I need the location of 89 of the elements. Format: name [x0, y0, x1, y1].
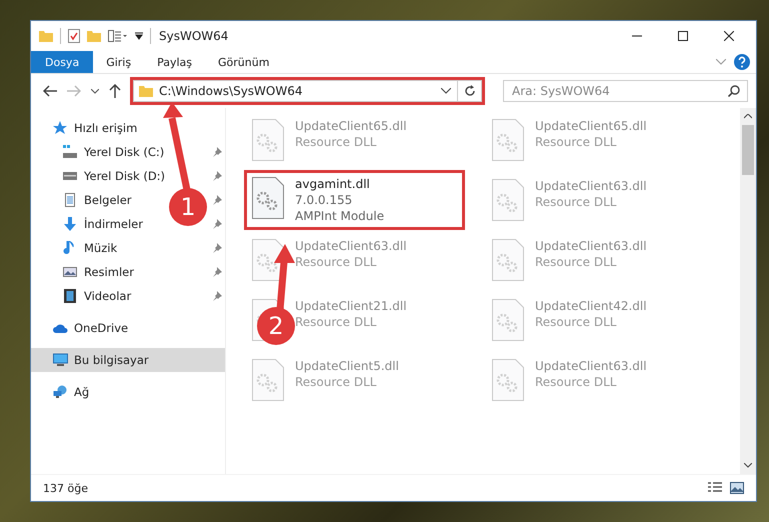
file-detail: Resource DLL [295, 254, 378, 270]
nav-item[interactable]: Resimler [63, 265, 134, 279]
nav-label: Müzik [84, 241, 118, 255]
file-name[interactable]: avgamint.dll [295, 176, 384, 192]
nav-label: Videolar [84, 289, 132, 303]
file-detail: 7.0.0.155 [295, 192, 354, 208]
nav-item[interactable]: Hızlı erişim [53, 121, 138, 135]
picture-icon [63, 265, 78, 279]
item-count: 137 öğe [43, 482, 89, 494]
file-detail: Resource DLL [535, 314, 618, 330]
drive-icon [63, 145, 78, 159]
gear-file-icon [251, 118, 285, 162]
gear-file-icon [491, 358, 525, 402]
nav-label: Belgeler [84, 193, 132, 207]
scrollbar-thumb[interactable] [742, 125, 754, 175]
nav-item[interactable]: Ağ [53, 385, 90, 399]
file-detail: Resource DLL [295, 374, 378, 390]
pin-icon[interactable] [212, 147, 222, 157]
file-detail: Resource DLL [535, 254, 618, 270]
nav-item[interactable]: Videolar [63, 289, 132, 303]
pin-icon[interactable] [212, 219, 222, 229]
recent-caret-icon[interactable] [91, 88, 99, 94]
expand-ribbon-icon[interactable] [716, 59, 726, 65]
nav-label: OneDrive [74, 321, 128, 335]
nav-item[interactable]: Bu bilgisayar [53, 353, 149, 367]
file-detail: Resource DLL [535, 374, 618, 390]
address-path: C:\Windows\SysWOW64 [159, 84, 304, 98]
document-icon [63, 193, 78, 207]
pin-icon[interactable] [212, 267, 222, 277]
gear-file-icon [491, 298, 525, 342]
folder-icon [139, 85, 153, 97]
pin-icon[interactable] [212, 171, 222, 181]
gear-file-icon [251, 238, 285, 282]
nav-item[interactable]: Yerel Disk (C:) [63, 145, 164, 159]
scroll-down-icon[interactable] [744, 463, 752, 468]
nav-item[interactable]: Müzik [63, 241, 118, 255]
file-detail: Resource DLL [295, 134, 378, 150]
search-field[interactable]: Ara: SysWOW64 [503, 80, 748, 102]
nav-label: Yerel Disk (D:) [84, 169, 166, 183]
ribbon-tab[interactable]: Giriş [93, 51, 144, 73]
gear-file-icon [491, 118, 525, 162]
customize-caret-icon[interactable] [135, 32, 143, 40]
nav-item[interactable]: Belgeler [63, 193, 132, 207]
gear-file-icon [251, 358, 285, 402]
details-view-icon[interactable] [708, 482, 722, 494]
gear-file-icon [251, 176, 285, 220]
nav-label: Yerel Disk (C:) [84, 145, 164, 159]
nav-item[interactable]: OneDrive [53, 321, 128, 335]
scrollbar[interactable] [740, 108, 756, 474]
file-detail: Resource DLL [535, 194, 618, 210]
search-icon[interactable] [728, 85, 740, 97]
dropdown-caret-icon[interactable] [441, 88, 451, 94]
pin-icon[interactable] [212, 195, 222, 205]
nav-label: Ağ [74, 385, 90, 399]
nav-label: İndirmeler [84, 217, 143, 231]
nav-label: Bu bilgisayar [74, 353, 149, 367]
back-arrow-icon[interactable] [43, 85, 57, 97]
network-globe-icon [53, 385, 68, 399]
properties-icon[interactable] [108, 30, 128, 42]
refresh-icon[interactable] [464, 85, 476, 97]
gear-file-icon [491, 178, 525, 222]
help-icon[interactable] [734, 54, 750, 70]
checklist-icon[interactable] [68, 29, 80, 43]
star-icon [53, 121, 68, 135]
nav-label: Hızlı erişim [74, 121, 138, 135]
address-field[interactable]: C:\Windows\SysWOW64 [133, 80, 482, 102]
pointer-arrow [274, 244, 295, 310]
tiles-view-icon[interactable] [730, 482, 744, 494]
file-detail: Resource DLL [295, 314, 378, 330]
download-arrow-icon [63, 217, 78, 231]
close-icon[interactable] [724, 31, 734, 41]
gear-file-icon [491, 238, 525, 282]
scroll-up-icon[interactable] [744, 114, 752, 119]
pin-icon[interactable] [212, 291, 222, 301]
film-icon [63, 289, 78, 303]
file-detail: AMPInt Module [295, 208, 384, 224]
window-title: SysWOW64 [159, 29, 230, 43]
ribbon-tab[interactable]: Görünüm [205, 51, 282, 73]
nav-label: Resimler [84, 265, 134, 279]
drive-icon [63, 169, 78, 183]
monitor-icon [53, 353, 68, 367]
ribbon-tab[interactable]: Dosya [31, 51, 94, 73]
up-arrow-icon[interactable] [109, 84, 121, 98]
file-detail: Resource DLL [535, 134, 618, 150]
ribbon-tab[interactable]: Paylaş [144, 51, 205, 73]
maximize-icon[interactable] [678, 31, 688, 41]
nav-item[interactable]: Yerel Disk (D:) [63, 169, 166, 183]
nav-item[interactable]: İndirmeler [63, 217, 143, 231]
pin-icon[interactable] [212, 243, 222, 253]
